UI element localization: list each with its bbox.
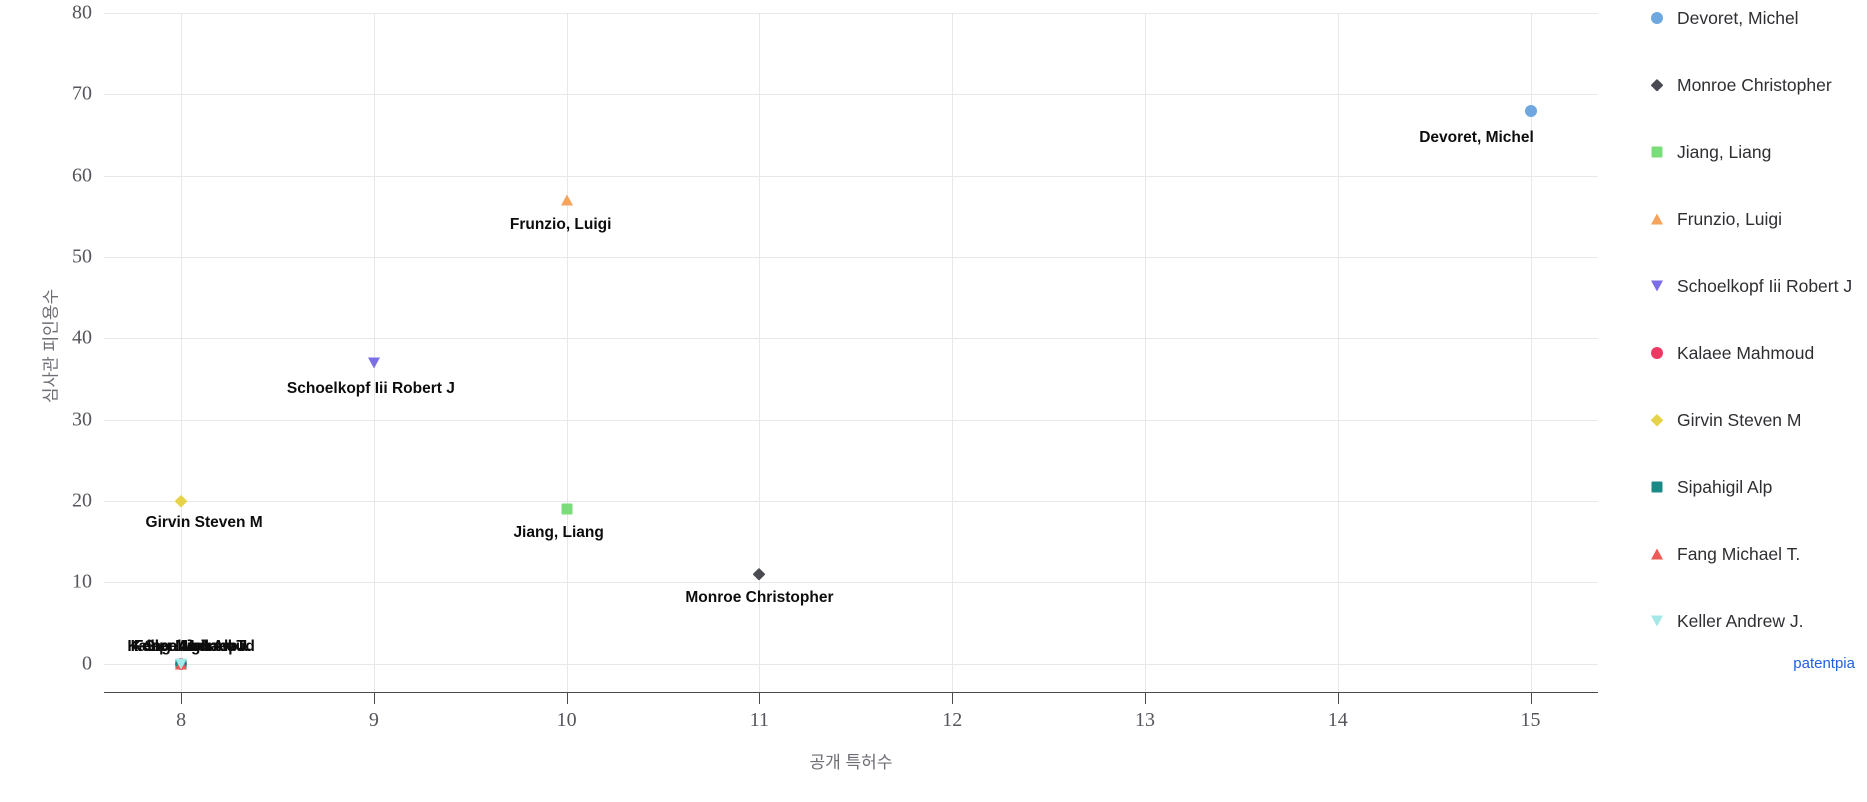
- x-axis-line: [104, 692, 1598, 693]
- gridline-vertical: [952, 13, 954, 692]
- legend-item-label: Sipahigil Alp: [1677, 476, 1773, 497]
- tri-up-marker-icon: [1651, 213, 1663, 225]
- legend-swatch: [1646, 208, 1668, 230]
- x-axis-tick-mark: [759, 693, 761, 704]
- data-point-label: Keller Andrew J.: [130, 637, 252, 655]
- data-point-marker[interactable]: [560, 194, 573, 206]
- data-point-label: Jiang, Liang: [513, 524, 604, 542]
- circle-marker-icon: [1651, 12, 1663, 24]
- legend-item[interactable]: Monroe Christopher: [1646, 74, 1832, 96]
- data-point-marker[interactable]: [1524, 104, 1537, 117]
- legend-item[interactable]: Fang Michael T.: [1646, 543, 1800, 565]
- y-axis-tick-label: 20: [72, 489, 92, 512]
- legend-item[interactable]: Keller Andrew J.: [1646, 610, 1803, 632]
- gridline-vertical: [1337, 13, 1339, 692]
- legend-item-label: Schoelkopf Iii Robert J: [1677, 275, 1853, 296]
- legend-swatch: [1646, 275, 1668, 297]
- diamond-marker-icon: [1650, 413, 1664, 427]
- circle-marker-icon: [1651, 347, 1663, 359]
- gridline-horizontal: [104, 94, 1598, 96]
- legend-item-label: Keller Andrew J.: [1677, 610, 1804, 631]
- tri-down-marker-icon: [1651, 615, 1663, 627]
- x-axis-tick-label: 8: [176, 709, 187, 731]
- data-point-label: Girvin Steven M: [145, 513, 263, 531]
- x-axis-tick-mark: [1530, 693, 1532, 704]
- legend-item-label: Monroe Christopher: [1677, 74, 1832, 95]
- legend-swatch: [1646, 7, 1668, 29]
- gridline-horizontal: [104, 500, 1598, 502]
- legend-item-label: Fang Michael T.: [1677, 543, 1801, 564]
- legend-swatch: [1646, 543, 1668, 565]
- data-point-label: Monroe Christopher: [685, 589, 834, 607]
- y-axis-tick-label: 0: [82, 652, 92, 675]
- gridline-horizontal: [104, 175, 1598, 177]
- gridline-horizontal: [104, 582, 1598, 584]
- gridline-horizontal: [104, 13, 1598, 14]
- x-axis-title: 공개 특허수: [809, 753, 893, 772]
- y-axis-tick-label: 60: [72, 164, 92, 187]
- gridline-horizontal: [104, 663, 1598, 665]
- legend-swatch: [1646, 141, 1668, 163]
- chart-legend: Devoret, Michel Monroe Christopher Jiang, …: [1646, 0, 1867, 660]
- legend-swatch: [1646, 342, 1668, 364]
- data-point-label: Schoelkopf Iii Robert J: [286, 379, 455, 397]
- legend-item[interactable]: Schoelkopf Iii Robert J: [1646, 275, 1852, 297]
- data-point-marker[interactable]: [367, 357, 380, 369]
- data-point-label: Frunzio, Luigi: [509, 216, 612, 234]
- gridline-vertical: [373, 13, 375, 692]
- diamond-marker-icon: [1650, 78, 1664, 92]
- gridline-vertical: [1144, 13, 1146, 692]
- gridline-horizontal: [104, 419, 1598, 421]
- scatter-chart: 심사관 피인용수 0 10 20 30 40 50 60 70 80 공개 특허수 Devore…: [0, 0, 1867, 802]
- legend-item-label: Girvin Steven M: [1677, 409, 1802, 430]
- legend-swatch: [1646, 476, 1668, 498]
- legend-item-label: Frunzio, Luigi: [1677, 208, 1783, 229]
- legend-item-label: Kalaee Mahmoud: [1677, 342, 1815, 363]
- legend-swatch: [1646, 74, 1668, 96]
- data-point-marker[interactable]: [561, 503, 573, 515]
- x-axis-tick-label: 12: [942, 709, 963, 731]
- legend-swatch: [1646, 610, 1668, 632]
- square-marker-icon: [1651, 481, 1663, 493]
- legend-item[interactable]: Girvin Steven M: [1646, 409, 1801, 431]
- gridline-vertical: [566, 13, 568, 692]
- legend-item[interactable]: Devoret, Michel: [1646, 7, 1799, 29]
- x-axis-tick-label: 9: [368, 709, 379, 731]
- x-axis-tick-label: 11: [749, 709, 770, 731]
- tri-down-marker-icon: [1651, 280, 1663, 292]
- patentpia-watermark: patentpia: [1793, 655, 1855, 672]
- x-axis-tick-label: 14: [1327, 709, 1348, 731]
- x-axis-tick-mark: [566, 693, 568, 704]
- y-axis-tick-label: 10: [72, 570, 92, 593]
- legend-item[interactable]: Frunzio, Luigi: [1646, 208, 1782, 230]
- y-axis-tick-label: 40: [72, 326, 92, 349]
- legend-item[interactable]: Jiang, Liang: [1646, 141, 1771, 163]
- y-axis-tick-label: 70: [72, 82, 92, 105]
- legend-swatch: [1646, 409, 1668, 431]
- legend-item-label: Jiang, Liang: [1677, 141, 1772, 162]
- y-axis-tick-label: 50: [72, 245, 92, 268]
- x-axis-tick-label: 13: [1134, 709, 1155, 731]
- plot-area: [104, 13, 1598, 692]
- y-axis-tick-label: 30: [72, 408, 92, 431]
- x-axis-tick-mark: [1144, 693, 1146, 704]
- legend-item[interactable]: Kalaee Mahmoud: [1646, 342, 1814, 364]
- legend-item-label: Devoret, Michel: [1677, 7, 1799, 28]
- data-point-label: Devoret, Michel: [1419, 128, 1534, 146]
- x-axis-tick-mark: [1337, 693, 1339, 704]
- x-axis-tick-label: 10: [556, 709, 577, 731]
- y-axis-tick-label: 80: [72, 1, 92, 24]
- y-axis-tick-labels: 0 10 20 30 40 50 60 70 80: [0, 0, 92, 802]
- x-axis-tick-mark: [373, 693, 375, 704]
- data-point-marker[interactable]: [175, 658, 188, 670]
- x-axis-tick-label: 15: [1520, 709, 1541, 731]
- gridline-horizontal: [104, 338, 1598, 340]
- tri-up-marker-icon: [1651, 548, 1663, 560]
- legend-item[interactable]: Sipahigil Alp: [1646, 476, 1772, 498]
- gridline-vertical: [181, 13, 183, 692]
- gridline-horizontal: [104, 256, 1598, 258]
- x-axis-tick-mark: [952, 693, 954, 704]
- square-marker-icon: [1651, 146, 1663, 158]
- x-axis-tick-mark: [181, 693, 183, 704]
